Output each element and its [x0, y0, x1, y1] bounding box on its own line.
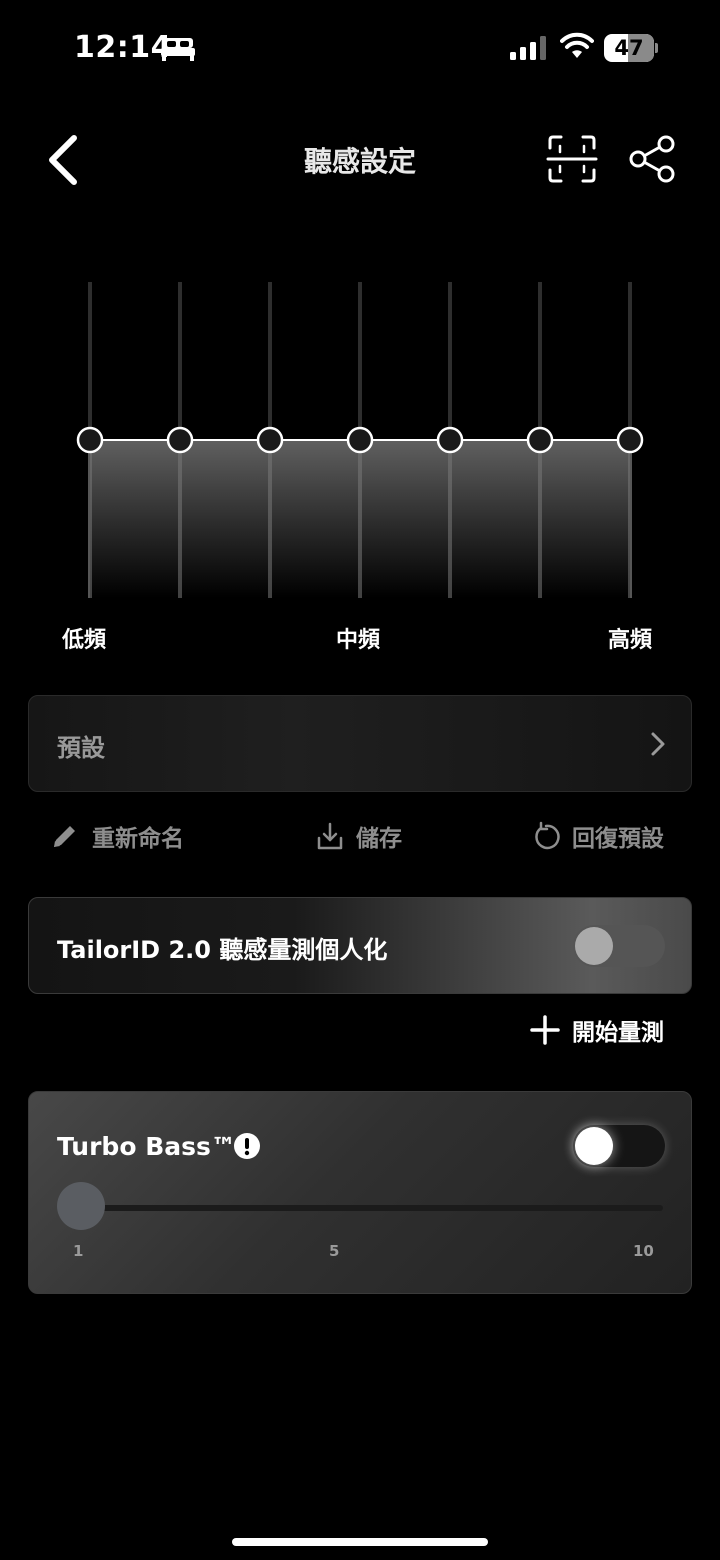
reset-label: 回復預設 [572, 826, 664, 852]
info-icon[interactable] [233, 1132, 261, 1160]
reset-icon [535, 821, 560, 850]
eq-band-handle-7[interactable] [616, 426, 644, 454]
download-icon [317, 822, 343, 850]
sleep-mode-icon [161, 38, 195, 61]
scan-icon[interactable] [546, 134, 598, 184]
pencil-icon [54, 826, 75, 847]
eq-band-handle-2[interactable] [166, 426, 194, 454]
slider-tick-mid: 5 [329, 1242, 340, 1260]
home-indicator [232, 1538, 488, 1546]
tailorid-card: TailorID 2.0 聽感量測個人化 [28, 897, 692, 994]
navigation-bar: 聽感設定 [0, 110, 720, 210]
eq-high-label: 高頻 [608, 628, 653, 653]
eq-band-handle-5[interactable] [436, 426, 464, 454]
share-icon[interactable] [628, 134, 678, 184]
save-button[interactable]: 儲存 [316, 816, 402, 856]
turbo-bass-card: Turbo Bass™ 1 5 10 [28, 1091, 692, 1294]
slider-tick-max: 10 [633, 1242, 654, 1260]
eq-band-handle-4[interactable] [346, 426, 374, 454]
start-measurement-button[interactable]: 開始量測 [530, 1012, 664, 1048]
rename-label: 重新命名 [92, 826, 184, 852]
equalizer-graph[interactable] [40, 270, 680, 610]
eq-low-label: 低頻 [62, 628, 107, 653]
eq-band-handle-3[interactable] [256, 426, 284, 454]
save-label: 儲存 [356, 826, 402, 852]
toggle-knob [575, 927, 613, 965]
battery-indicator: 47 [604, 34, 658, 62]
rename-button[interactable]: 重新命名 [50, 816, 184, 856]
eq-band-handle-1[interactable] [76, 426, 104, 454]
slider-tick-min: 1 [73, 1242, 84, 1260]
chevron-right-icon [651, 732, 665, 756]
plus-icon [530, 1015, 560, 1045]
tailorid-label: TailorID 2.0 聽感量測個人化 [57, 936, 388, 964]
turbo-bass-label: Turbo Bass™ [57, 1132, 236, 1161]
wifi-icon [560, 32, 594, 58]
eq-band-handle-6[interactable] [526, 426, 554, 454]
preset-label: 預設 [57, 734, 105, 762]
status-bar: 12:14 47 [0, 0, 720, 100]
reset-default-button[interactable]: 回復預設 [532, 816, 664, 856]
page-title: 聽感設定 [303, 145, 416, 178]
status-time: 12:14 [74, 30, 172, 65]
eq-mid-label: 中頻 [336, 628, 381, 653]
turbo-bass-slider-track[interactable] [77, 1205, 663, 1211]
preset-selector[interactable]: 預設 [28, 695, 692, 792]
cellular-signal-icon [510, 36, 546, 60]
toggle-knob [575, 1127, 613, 1165]
battery-percentage: 47 [614, 36, 644, 60]
turbo-bass-toggle[interactable] [573, 1125, 665, 1167]
turbo-bass-slider-thumb[interactable] [57, 1182, 105, 1230]
start-measurement-label: 開始量測 [572, 1020, 664, 1046]
tailorid-toggle[interactable] [573, 925, 665, 967]
